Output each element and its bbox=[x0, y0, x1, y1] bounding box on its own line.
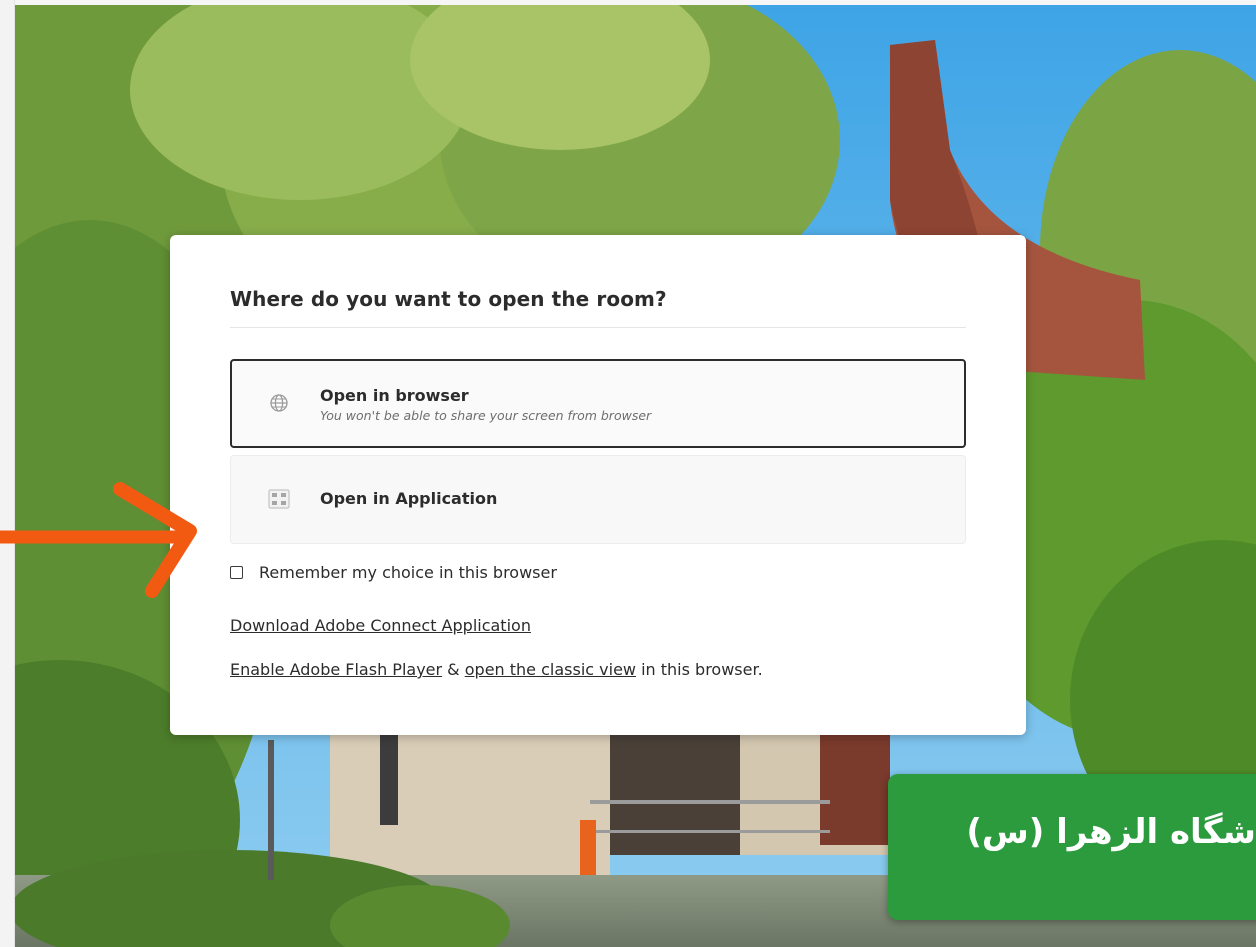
title-divider bbox=[230, 327, 966, 328]
dialog-title: Where do you want to open the room? bbox=[230, 287, 667, 311]
open-in-application-option[interactable]: Open in Application bbox=[230, 455, 966, 544]
banner-text: شگاه الزهرا (س) bbox=[966, 812, 1256, 852]
remember-choice-label: Remember my choice in this browser bbox=[259, 563, 557, 582]
remember-choice[interactable]: Remember my choice in this browser bbox=[230, 563, 557, 582]
open-in-application-label: Open in Application bbox=[320, 489, 498, 508]
open-room-dialog: Where do you want to open the room? Open… bbox=[170, 235, 1026, 735]
globe-icon bbox=[269, 393, 289, 417]
remember-choice-checkbox[interactable] bbox=[230, 566, 243, 579]
open-in-browser-label: Open in browser bbox=[320, 386, 469, 405]
university-name-banner: شگاه الزهرا (س) bbox=[888, 774, 1256, 920]
enable-flash-player-link[interactable]: Enable Adobe Flash Player bbox=[230, 660, 442, 679]
top-strip bbox=[0, 0, 1256, 5]
page: Where do you want to open the room? Open… bbox=[0, 0, 1256, 947]
open-classic-view-link[interactable]: open the classic view bbox=[465, 660, 636, 679]
flash-player-line: Enable Adobe Flash Player & open the cla… bbox=[230, 660, 763, 679]
flash-line-suffix: in this browser. bbox=[636, 660, 763, 679]
orange-arrow-annotation bbox=[0, 482, 197, 598]
application-icon bbox=[268, 489, 290, 513]
open-in-browser-option[interactable]: Open in browser You won't be able to sha… bbox=[230, 359, 966, 448]
open-in-browser-sublabel: You won't be able to share your screen f… bbox=[320, 408, 652, 423]
flash-line-ampersand: & bbox=[442, 660, 465, 679]
download-adobe-connect-link[interactable]: Download Adobe Connect Application bbox=[230, 616, 531, 635]
left-edge-strip bbox=[0, 0, 15, 947]
